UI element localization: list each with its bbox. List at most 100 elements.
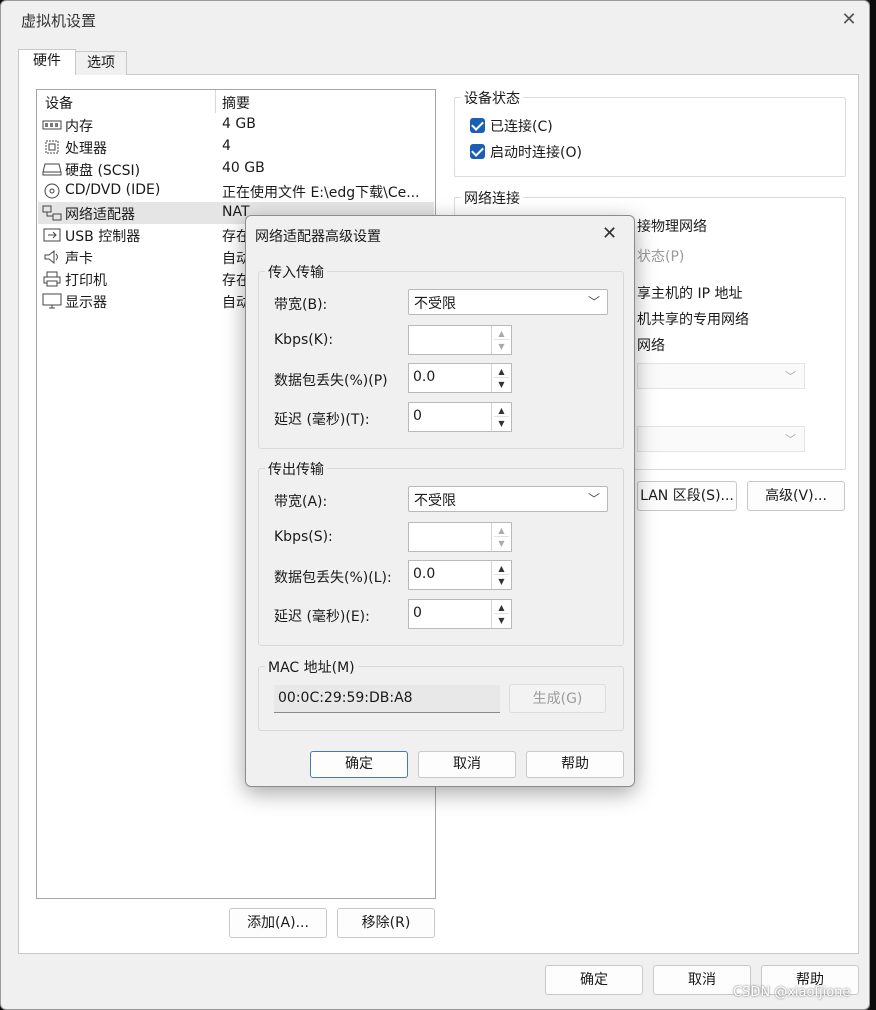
printer-icon (42, 271, 62, 287)
incoming-packet-loss-stepper[interactable]: 0.0 ▲ ▼ (408, 363, 512, 393)
column-header-device[interactable]: 设备 (45, 93, 73, 113)
device-row[interactable]: 内存 4 GB (38, 114, 434, 136)
outgoing-latency-stepper[interactable]: 0 ▲ ▼ (408, 599, 512, 629)
harddisk-icon (42, 161, 62, 177)
custom-option-label[interactable]: 网络 (637, 335, 665, 355)
arrow-down-icon[interactable]: ▼ (494, 575, 509, 588)
watermark: CSDN @xiaofjione (733, 985, 851, 1000)
device-summary: 40 GB (222, 160, 265, 176)
device-summary: 4 (222, 138, 231, 154)
background-strip (870, 0, 876, 1010)
network-connection-title: 网络连接 (461, 188, 523, 208)
add-button[interactable]: 添加(A)... (229, 908, 327, 938)
dialog-title: 网络适配器高级设置 (255, 229, 381, 245)
device-row[interactable]: 硬盘 (SCSI) 40 GB (38, 158, 434, 180)
tab-hardware[interactable]: 硬件 (18, 49, 76, 75)
cd-dvd-icon (42, 183, 62, 199)
incoming-packet-loss-label: 数据包丢失(%)(P) (274, 373, 388, 389)
outgoing-bandwidth-label: 带宽(A): (274, 494, 328, 510)
nat-option-label[interactable]: 享主机的 IP 地址 (637, 283, 742, 303)
outgoing-packet-loss-value: 0.0 (413, 566, 436, 582)
outgoing-kbps-label: Kbps(S): (274, 529, 333, 545)
incoming-kbps-stepper[interactable]: ▲ ▼ (408, 325, 512, 355)
usb-icon (42, 227, 62, 243)
device-name: 打印机 (65, 273, 107, 289)
incoming-latency-stepper[interactable]: 0 ▲ ▼ (408, 402, 512, 432)
network-adapter-advanced-dialog: 网络适配器高级设置 ✕ 传入传输 带宽(B): 不受限 ﹀ Kbps(K): ▲… (245, 215, 635, 787)
window-title: 虚拟机设置 (21, 12, 97, 30)
close-icon[interactable]: ✕ (602, 223, 617, 244)
outgoing-packet-loss-label: 数据包丢失(%)(L): (274, 570, 392, 586)
replicate-state-label: 状态(P) (637, 249, 685, 265)
hostonly-option-label[interactable]: 机共享的专用网络 (637, 309, 749, 329)
device-row[interactable]: 处理器 4 (38, 136, 434, 158)
remove-button[interactable]: 移除(R) (337, 908, 435, 938)
arrow-up-icon[interactable]: ▲ (494, 327, 509, 340)
incoming-bandwidth-label: 带宽(B): (274, 297, 328, 313)
incoming-bandwidth-value: 不受限 (414, 296, 456, 312)
device-summary: 4 GB (222, 116, 256, 132)
network-adapter-icon (42, 205, 62, 221)
outgoing-kbps-stepper[interactable]: ▲ ▼ (408, 522, 512, 552)
device-row[interactable]: CD/DVD (IDE) 正在使用文件 E:\edg下载\Ce... (38, 180, 434, 202)
arrow-down-icon[interactable]: ▼ (494, 614, 509, 627)
outgoing-packet-loss-stepper[interactable]: 0.0 ▲ ▼ (408, 560, 512, 590)
device-name: 显示器 (65, 295, 107, 311)
device-name: USB 控制器 (65, 229, 141, 245)
mac-address-field[interactable]: 00:0C:29:59:DB:A8 (274, 685, 500, 713)
chevron-down-icon: ﹀ (785, 370, 796, 383)
memory-icon (42, 117, 62, 133)
arrow-up-icon[interactable]: ▲ (494, 365, 509, 378)
tab-options[interactable]: 选项 (75, 51, 127, 75)
incoming-packet-loss-value: 0.0 (413, 369, 436, 385)
connected-label[interactable]: 已连接(C) (490, 116, 553, 136)
device-name: CD/DVD (IDE) (65, 182, 161, 198)
processor-icon (42, 139, 62, 155)
column-separator (215, 90, 216, 113)
outgoing-latency-label: 延迟 (毫秒)(E): (274, 609, 370, 625)
incoming-latency-value: 0 (413, 408, 422, 424)
device-status-title: 设备状态 (461, 88, 523, 108)
device-name: 内存 (65, 119, 93, 135)
arrow-up-icon[interactable]: ▲ (494, 404, 509, 417)
outgoing-bandwidth-select[interactable]: 不受限 ﹀ (408, 486, 608, 512)
lan-segment-select[interactable]: ﹀ (637, 426, 805, 452)
close-icon[interactable]: ✕ (835, 7, 863, 33)
incoming-latency-label: 延迟 (毫秒)(T): (274, 412, 370, 428)
connected-checkbox[interactable] (470, 118, 485, 133)
outgoing-latency-value: 0 (413, 605, 422, 621)
bridged-option-label[interactable]: 接物理网络 (637, 216, 707, 236)
device-summary: 正在使用文件 E:\edg下载\Ce... (222, 185, 420, 201)
lan-segment-button[interactable]: LAN 区段(S)... (637, 481, 737, 511)
chevron-down-icon: ﹀ (785, 433, 796, 446)
arrow-down-icon[interactable]: ▼ (494, 378, 509, 391)
incoming-transfer-title: 传入传输 (265, 262, 327, 282)
ok-button[interactable]: 确定 (545, 965, 643, 995)
generate-mac-button[interactable]: 生成(G) (509, 684, 606, 713)
dialog-ok-button[interactable]: 确定 (310, 751, 408, 778)
connect-on-start-label[interactable]: 启动时连接(O) (490, 142, 582, 162)
device-name: 声卡 (65, 251, 93, 267)
arrow-down-icon[interactable]: ▼ (494, 417, 509, 430)
outgoing-transfer-title: 传出传输 (265, 459, 327, 479)
incoming-bandwidth-select[interactable]: 不受限 ﹀ (408, 289, 608, 315)
dialog-cancel-button[interactable]: 取消 (418, 751, 516, 778)
arrow-up-icon[interactable]: ▲ (494, 562, 509, 575)
device-name: 硬盘 (SCSI) (65, 163, 141, 179)
device-name: 处理器 (65, 141, 107, 157)
custom-network-select[interactable]: ﹀ (637, 363, 805, 389)
arrow-up-icon[interactable]: ▲ (494, 524, 509, 537)
arrow-down-icon[interactable]: ▼ (494, 537, 509, 550)
device-name: 网络适配器 (65, 207, 135, 223)
device-status-group (454, 97, 846, 177)
mac-address-title: MAC 地址(M) (265, 657, 358, 677)
connect-on-start-checkbox[interactable] (470, 144, 485, 159)
display-icon (42, 293, 62, 309)
incoming-kbps-label: Kbps(K): (274, 332, 334, 348)
sound-card-icon (42, 249, 62, 265)
dialog-help-button[interactable]: 帮助 (526, 751, 624, 778)
arrow-down-icon[interactable]: ▼ (494, 340, 509, 353)
column-header-summary[interactable]: 摘要 (222, 93, 250, 113)
arrow-up-icon[interactable]: ▲ (494, 601, 509, 614)
advanced-button[interactable]: 高级(V)... (747, 481, 845, 511)
